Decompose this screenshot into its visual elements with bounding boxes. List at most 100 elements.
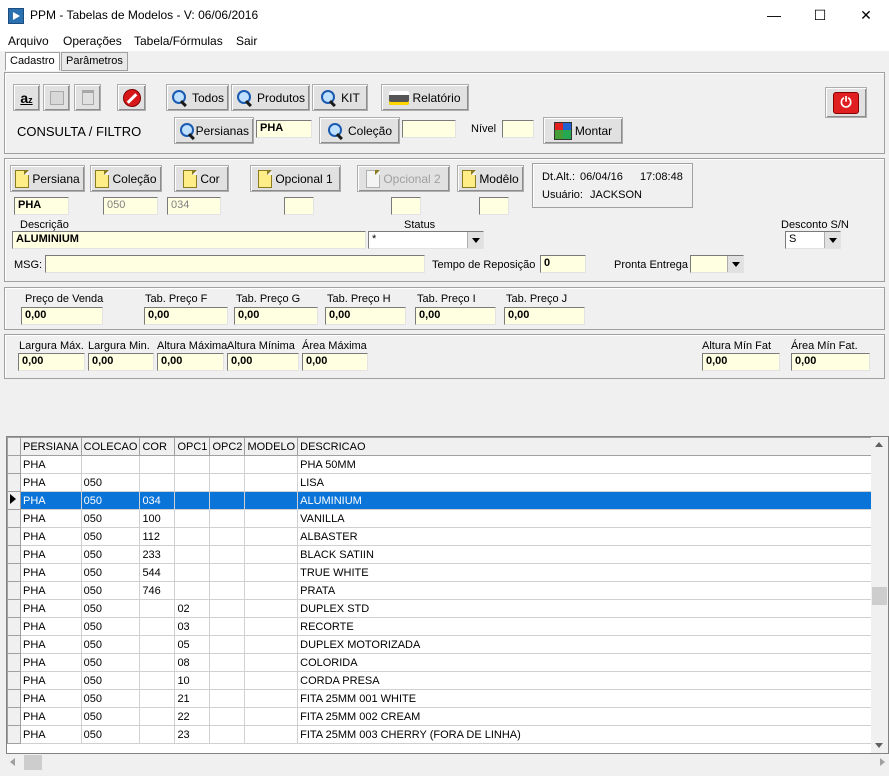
- cell-opc1[interactable]: 03: [174, 617, 211, 636]
- row-indicator[interactable]: [7, 725, 21, 744]
- cell-descricao[interactable]: PHA 50MM: [297, 455, 883, 474]
- cell-modelo[interactable]: [244, 671, 299, 690]
- colecao-filter-input[interactable]: [402, 120, 456, 138]
- table-row[interactable]: PHA 050 08 COLORIDA: [7, 653, 883, 672]
- colecao-button[interactable]: Coleção: [319, 117, 400, 144]
- cell-opc2[interactable]: [209, 599, 246, 618]
- todos-button[interactable]: Todos: [166, 84, 229, 111]
- minimize-button[interactable]: —: [751, 0, 797, 31]
- cor-input[interactable]: 034: [167, 197, 221, 215]
- cell-descricao[interactable]: BLACK SATIIN: [297, 545, 883, 564]
- exit-button[interactable]: ⏻: [825, 87, 867, 118]
- cell-persiana[interactable]: PHA: [20, 635, 82, 654]
- status-select[interactable]: *: [368, 231, 484, 249]
- row-indicator[interactable]: [7, 491, 21, 510]
- cell-descricao[interactable]: VANILLA: [297, 509, 883, 528]
- msg-input[interactable]: [45, 255, 425, 273]
- row-indicator[interactable]: [7, 689, 21, 708]
- row-indicator[interactable]: [7, 581, 21, 600]
- save-button[interactable]: [43, 84, 70, 111]
- cell-descricao[interactable]: FITA 25MM 001 WHITE: [297, 689, 883, 708]
- nivel-input[interactable]: [502, 120, 534, 138]
- cell-modelo[interactable]: [244, 617, 299, 636]
- cell-modelo[interactable]: [244, 491, 299, 510]
- row-indicator[interactable]: [7, 707, 21, 726]
- cell-modelo[interactable]: [244, 455, 299, 474]
- kit-button[interactable]: KIT: [312, 84, 368, 111]
- cell-modelo[interactable]: [244, 563, 299, 582]
- row-indicator[interactable]: [7, 455, 21, 474]
- row-indicator[interactable]: [7, 617, 21, 636]
- cell-colecao[interactable]: 050: [80, 671, 141, 690]
- cell-colecao[interactable]: 050: [80, 617, 141, 636]
- cor-button[interactable]: Cor: [174, 165, 229, 192]
- cell-opc1[interactable]: [174, 491, 211, 510]
- cell-opc1[interactable]: 10: [174, 671, 211, 690]
- cell-cor[interactable]: 112: [139, 527, 176, 546]
- persiana-input[interactable]: PHA: [14, 197, 69, 215]
- cell-cor[interactable]: 746: [139, 581, 176, 600]
- cell-persiana[interactable]: PHA: [20, 725, 82, 744]
- table-row[interactable]: PHA 050 02 DUPLEX STD: [7, 599, 883, 618]
- chevron-down-icon[interactable]: [824, 232, 840, 248]
- cell-modelo[interactable]: [244, 527, 299, 546]
- cell-opc2[interactable]: [209, 635, 246, 654]
- cell-descricao[interactable]: TRUE WHITE: [297, 563, 883, 582]
- montar-button[interactable]: Montar: [543, 117, 623, 144]
- table-row[interactable]: PHA 050 034 ALUMINIUM: [7, 491, 883, 510]
- row-indicator[interactable]: [7, 563, 21, 582]
- col-header-colecao[interactable]: COLECAO: [80, 437, 141, 456]
- cell-modelo[interactable]: [244, 473, 299, 492]
- cell-descricao[interactable]: PRATA: [297, 581, 883, 600]
- menu-arquivo[interactable]: Arquivo: [8, 34, 49, 48]
- cell-opc2[interactable]: [209, 725, 246, 744]
- chevron-down-icon[interactable]: [727, 256, 743, 272]
- desconto-select[interactable]: S: [785, 231, 841, 249]
- cell-persiana[interactable]: PHA: [20, 563, 82, 582]
- opcional1-button[interactable]: Opcional 1: [250, 165, 341, 192]
- cell-colecao[interactable]: 050: [80, 725, 141, 744]
- altura-min-input[interactable]: 0,00: [227, 353, 299, 371]
- table-row[interactable]: PHA 050 LISA: [7, 473, 883, 492]
- cell-cor[interactable]: [139, 671, 176, 690]
- cell-modelo[interactable]: [244, 545, 299, 564]
- table-row[interactable]: PHA 050 544 TRUE WHITE: [7, 563, 883, 582]
- colecao-input[interactable]: 050: [103, 197, 158, 215]
- maximize-button[interactable]: ☐: [797, 0, 843, 31]
- table-row[interactable]: PHA 050 03 RECORTE: [7, 617, 883, 636]
- cell-opc2[interactable]: [209, 707, 246, 726]
- cell-persiana[interactable]: PHA: [20, 599, 82, 618]
- cell-descricao[interactable]: FITA 25MM 003 CHERRY (FORA DE LINHA): [297, 725, 883, 744]
- cell-opc1[interactable]: 08: [174, 653, 211, 672]
- area-min-fat-input[interactable]: 0,00: [791, 353, 870, 371]
- tab-preco-g-input[interactable]: 0,00: [234, 307, 318, 325]
- cell-opc1[interactable]: [174, 563, 211, 582]
- opcional2-input[interactable]: [391, 197, 421, 215]
- row-indicator[interactable]: [7, 473, 21, 492]
- col-header-descricao[interactable]: DESCRICAO: [297, 437, 883, 456]
- cell-cor[interactable]: 233: [139, 545, 176, 564]
- table-row[interactable]: PHA 050 10 CORDA PRESA: [7, 671, 883, 690]
- cell-cor[interactable]: [139, 455, 176, 474]
- cell-colecao[interactable]: 050: [80, 689, 141, 708]
- cell-cor[interactable]: [139, 617, 176, 636]
- cell-opc1[interactable]: [174, 545, 211, 564]
- table-row[interactable]: PHA 050 233 BLACK SATIIN: [7, 545, 883, 564]
- models-grid[interactable]: PERSIANA COLECAO COR OPC1 OPC2 MODELO DE…: [6, 436, 889, 754]
- cell-opc1[interactable]: [174, 455, 211, 474]
- cell-colecao[interactable]: 050: [80, 707, 141, 726]
- delete-button[interactable]: [74, 84, 101, 111]
- cell-cor[interactable]: [139, 707, 176, 726]
- cell-opc1[interactable]: [174, 581, 211, 600]
- cell-persiana[interactable]: PHA: [20, 707, 82, 726]
- cell-opc1[interactable]: [174, 509, 211, 528]
- cell-colecao[interactable]: 050: [80, 545, 141, 564]
- altura-max-input[interactable]: 0,00: [157, 353, 224, 371]
- menu-tabela-formulas[interactable]: Tabela/Fórmulas: [134, 34, 223, 48]
- opcional2-button[interactable]: Opcional 2: [357, 165, 450, 192]
- largura-min-input[interactable]: 0,00: [88, 353, 154, 371]
- row-indicator[interactable]: [7, 599, 21, 618]
- cell-cor[interactable]: [139, 689, 176, 708]
- cell-persiana[interactable]: PHA: [20, 617, 82, 636]
- cell-colecao[interactable]: [80, 455, 141, 474]
